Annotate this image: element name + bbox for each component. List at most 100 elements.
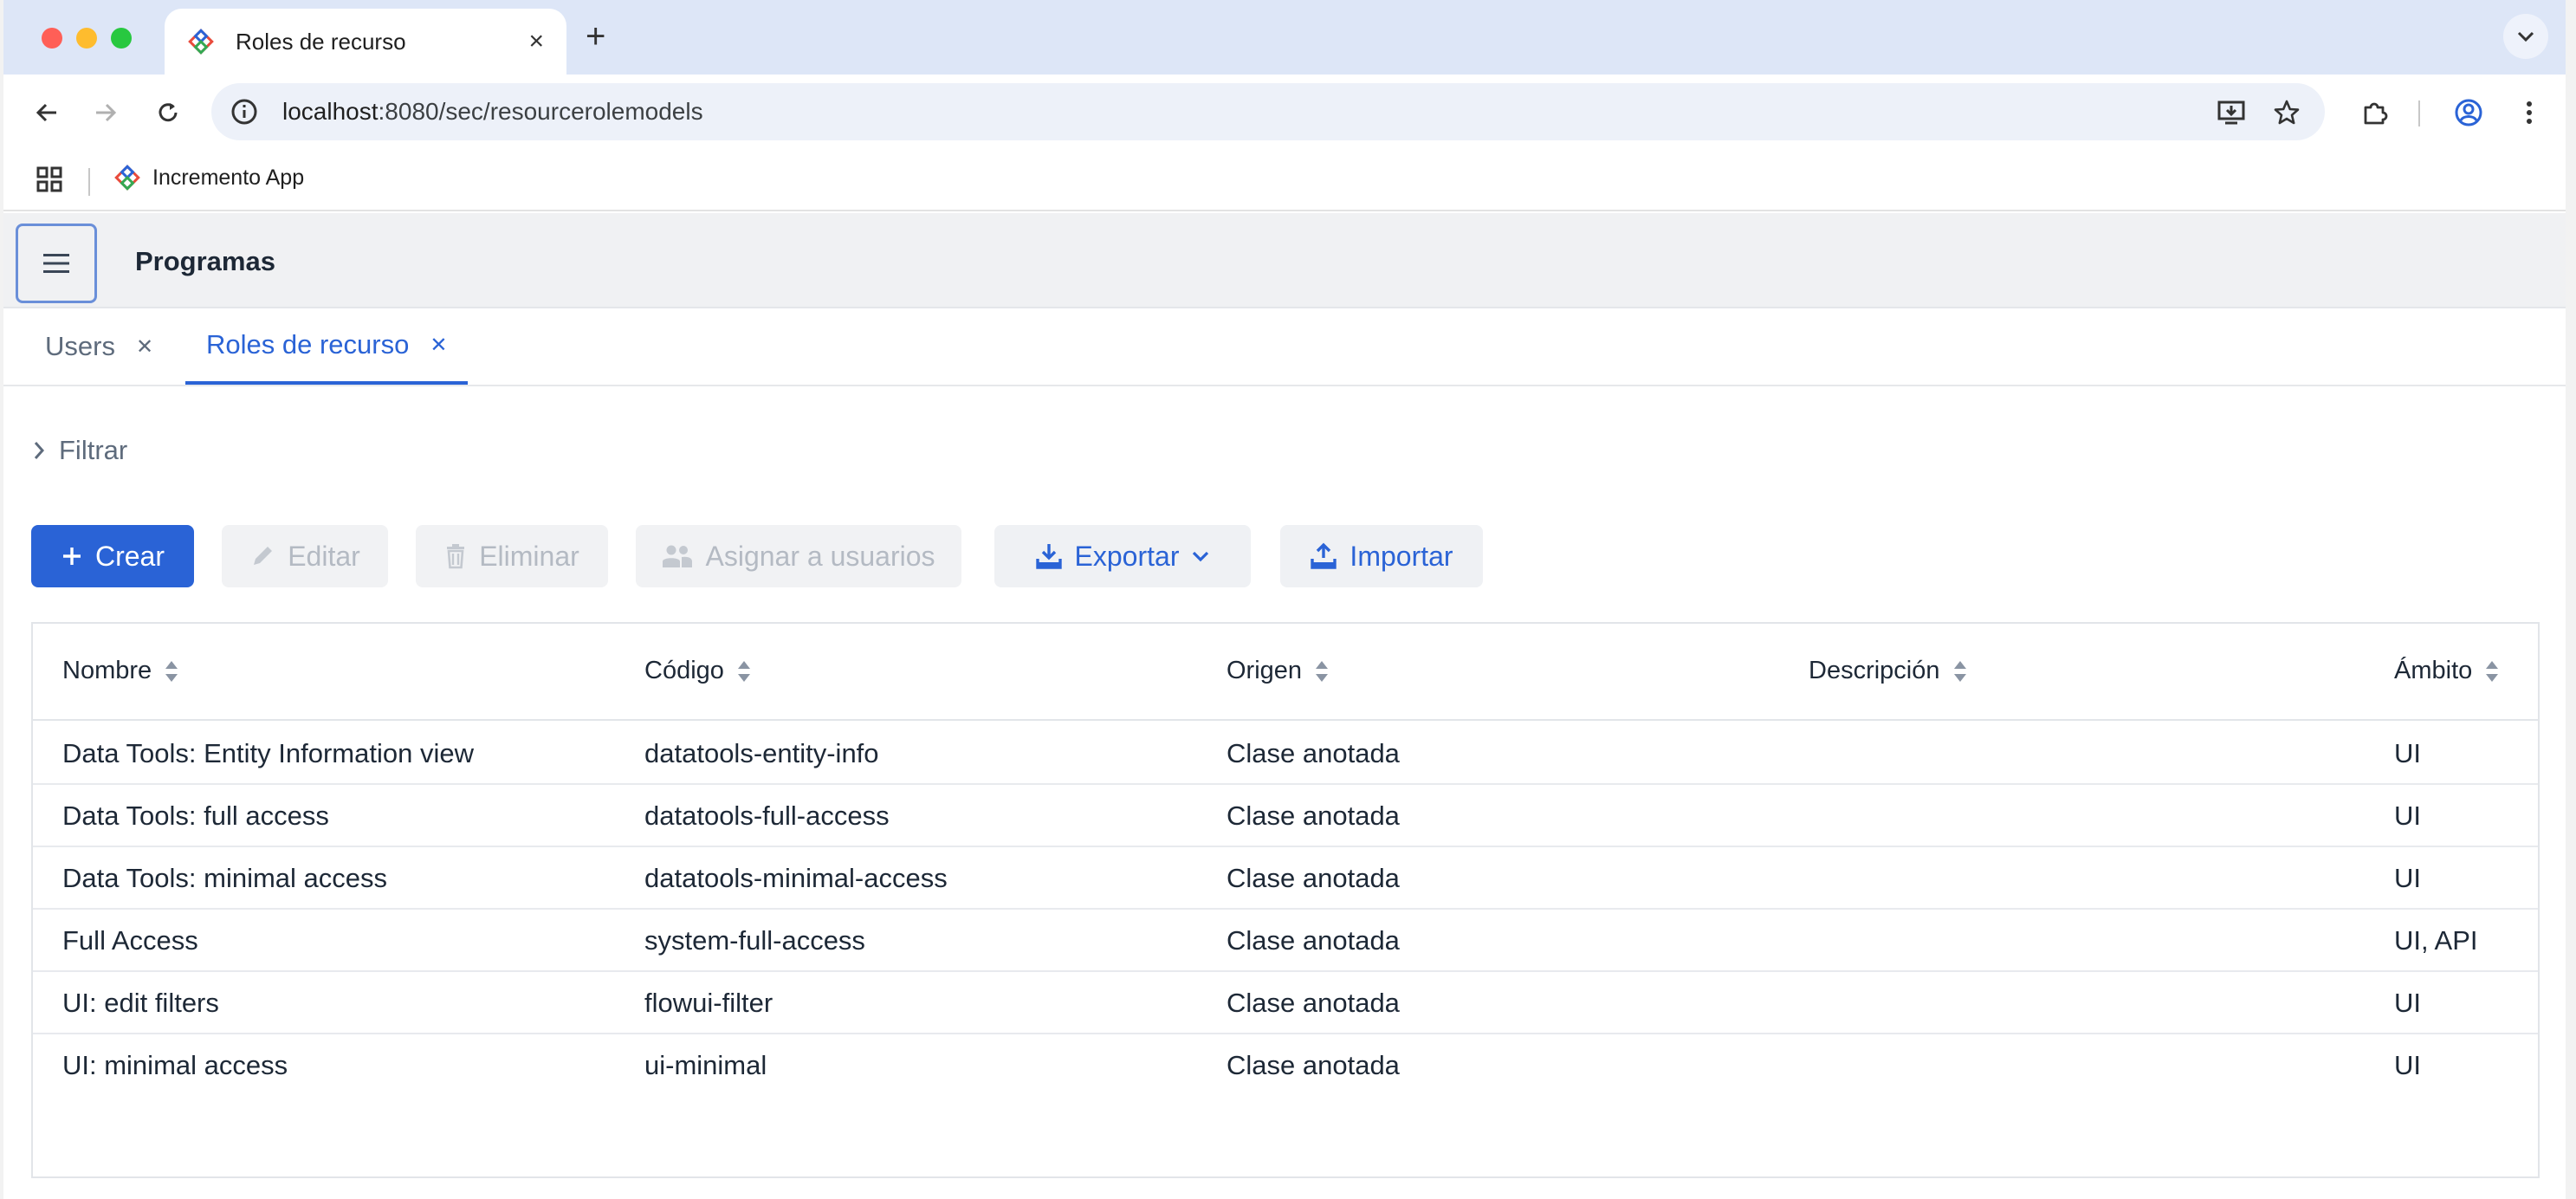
sort-icon[interactable] [737,660,750,682]
assign-users-button[interactable]: Asignar a usuarios [636,525,961,587]
column-header-label: Descripción [1809,657,1940,684]
column-header-codigo[interactable]: Código [644,657,750,685]
cell-scope: UI [2394,738,2421,768]
bookmark-star-button[interactable] [2266,92,2307,133]
trash-icon [447,544,465,569]
cell-scope: UI [2394,988,2421,1018]
pencil-icon [254,547,273,565]
column-header-label: Origen [1227,657,1303,684]
cell-source: Clase anotada [1227,1050,1400,1080]
close-tab-roles-icon[interactable]: ✕ [430,333,447,358]
table-row[interactable]: Data Tools: full access datatools-full-a… [33,785,2538,847]
address-bar[interactable]: localhost:8080/sec/resourcerolemodels [211,83,2325,140]
chevron-down-icon [2517,31,2534,42]
browser-window: Roles de recurso × + localhost:8080/sec/… [3,0,2566,1199]
cell-code: flowui-filter [644,988,773,1018]
close-tab-icon[interactable]: × [528,29,544,55]
tab-users[interactable]: Users ✕ [45,308,153,385]
tab-strip: Roles de recurso × + [3,0,2566,75]
cell-code: system-full-access [644,925,865,956]
import-button[interactable]: Importar [1280,525,1483,587]
export-button-label: Exportar [1074,540,1180,572]
cell-name: Data Tools: full access [62,800,329,831]
url-host: localhost [282,98,379,125]
minimize-window-button[interactable] [76,28,97,49]
extensions-button[interactable] [2354,92,2396,133]
column-header-nombre[interactable]: Nombre [62,657,178,685]
table-row[interactable]: Data Tools: minimal access datatools-min… [33,847,2538,910]
bookmark-incremento-app[interactable]: Incremento App [114,165,304,191]
sort-icon[interactable] [2486,660,2499,682]
browser-tab-active[interactable]: Roles de recurso × [165,9,566,75]
star-icon [2274,100,2300,125]
reload-icon [159,103,178,122]
column-header-label: Código [644,657,724,684]
cell-name: Data Tools: Entity Information view [62,738,474,768]
browser-tab-title: Roles de recurso [236,28,406,55]
profile-button[interactable] [2448,92,2489,133]
new-tab-button[interactable]: + [586,19,605,54]
back-button[interactable] [26,92,68,133]
delete-button-label: Eliminar [479,540,579,572]
table-row[interactable]: Full Access system-full-access Clase ano… [33,910,2538,972]
column-header-label: Nombre [62,657,152,684]
browser-menu-button[interactable] [2508,92,2550,133]
cell-source: Clase anotada [1227,738,1400,768]
account-icon [2455,99,2482,126]
cell-scope: UI [2394,863,2421,893]
column-header-descripcion[interactable]: Descripción [1809,657,1966,685]
zoom-window-button[interactable] [111,28,132,49]
sort-icon[interactable] [1953,660,1966,682]
column-header-origen[interactable]: Origen [1227,657,1329,685]
apps-grid-icon[interactable] [35,165,64,198]
page-title: Programas [135,246,275,276]
drawer-toggle-button[interactable] [16,224,97,303]
column-header-ambito[interactable]: Ámbito [2394,657,2499,685]
filter-toggle[interactable]: Filtrar [33,435,127,466]
toolbar-divider [2418,100,2420,126]
more-vertical-icon [2527,101,2532,124]
delete-button[interactable]: Eliminar [416,525,608,587]
arrow-right-icon [96,103,117,122]
cell-name: Full Access [62,925,198,956]
cell-name: Data Tools: minimal access [62,863,388,893]
cell-name: UI: edit filters [62,988,219,1018]
table-row[interactable]: UI: minimal access ui-minimal Clase anot… [33,1034,2538,1097]
upload-icon [1311,542,1337,569]
forward-button[interactable] [85,92,126,133]
close-window-button[interactable] [42,28,62,49]
column-header-label: Ámbito [2394,657,2473,684]
create-button-label: Crear [94,540,165,572]
cell-scope: UI [2394,800,2421,831]
tab-search-button[interactable] [2503,14,2548,59]
edit-button[interactable]: Editar [222,525,388,587]
assign-users-button-label: Asignar a usuarios [705,540,935,572]
grid-header: Nombre Código Origen Descripción Ámbito [33,624,2538,721]
filter-label: Filtrar [59,435,128,465]
table-row[interactable]: UI: edit filters flowui-filter Clase ano… [33,972,2538,1034]
puzzle-icon [2364,102,2388,125]
app-header: Programas [3,213,2566,308]
chevron-down-icon [1193,551,1209,562]
table-row[interactable]: Data Tools: Entity Information view data… [33,723,2538,785]
export-button[interactable]: Exportar [994,525,1251,587]
install-app-button[interactable] [2210,92,2252,133]
cell-code: datatools-full-access [644,800,890,831]
arrow-left-icon [36,103,56,122]
site-info-icon[interactable] [229,96,260,127]
sort-icon[interactable] [1316,660,1329,682]
reload-button[interactable] [147,92,189,133]
tab-roles-de-recurso[interactable]: Roles de recurso ✕ [185,308,469,385]
close-tab-users-icon[interactable]: ✕ [136,334,153,360]
edit-button-label: Editar [288,540,360,572]
users-icon [663,545,693,567]
create-button[interactable]: Crear [31,525,194,587]
sort-icon[interactable] [165,660,178,682]
bookmark-label: Incremento App [152,165,305,190]
chevron-right-icon [34,442,45,459]
app-logo-icon [187,28,215,55]
app-logo-icon [114,165,140,191]
url-path: :8080/sec/resourcerolemodels [378,98,703,125]
cell-source: Clase anotada [1227,988,1400,1018]
cell-source: Clase anotada [1227,863,1400,893]
